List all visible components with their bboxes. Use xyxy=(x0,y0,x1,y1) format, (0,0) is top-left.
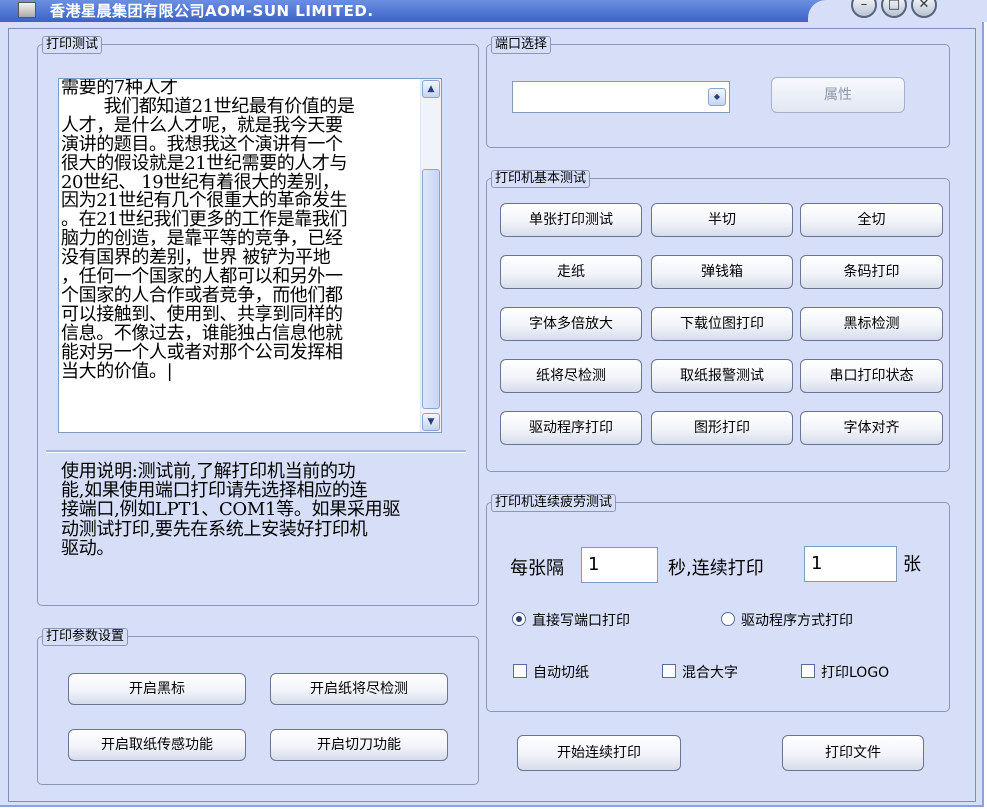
scroll-down-icon[interactable]: ▼ xyxy=(422,413,440,431)
fatigue-test-label: 打印机连续疲劳测试 xyxy=(491,494,617,512)
caption-area: – □ ✕ xyxy=(808,0,987,22)
paper-take-alarm-button[interactable]: 取纸报警测试 xyxy=(651,359,793,393)
half-cut-button[interactable]: 半切 xyxy=(651,203,793,237)
print-test-label: 打印测试 xyxy=(42,36,103,54)
driver-mode-label: 驱动程序方式打印 xyxy=(741,613,853,629)
start-continuous-print-button[interactable]: 开始连续打印 xyxy=(517,735,681,771)
title-bar[interactable]: 香港星晨集团有限公司AOM-SUN LIMITED. – □ ✕ xyxy=(0,0,987,22)
scroll-up-icon[interactable]: ▲ xyxy=(422,80,440,98)
checkbox-icon[interactable] xyxy=(513,664,527,678)
port-combobox[interactable]: ◆ xyxy=(512,81,730,113)
divider xyxy=(46,450,466,453)
download-bitmap-button[interactable]: 下载位图打印 xyxy=(651,307,793,341)
mixed-large-font-label: 混合大字 xyxy=(682,665,738,681)
scroll-thumb[interactable] xyxy=(422,169,440,409)
print-file-button[interactable]: 打印文件 xyxy=(782,735,924,771)
auto-cut-checkbox[interactable]: 自动切纸 xyxy=(513,662,589,682)
usage-instructions: 使用说明:测试前,了解打印机当前的功 能,如果使用端口打印请先选择相应的连 接端… xyxy=(61,461,401,559)
dropdown-arrow-icon[interactable]: ◆ xyxy=(708,88,726,106)
enable-cutter-button[interactable]: 开启切刀功能 xyxy=(270,729,448,761)
serial-status-button[interactable]: 串口打印状态 xyxy=(800,359,943,393)
print-logo-label: 打印LOGO xyxy=(821,665,890,681)
window-title: 香港星晨集团有限公司AOM-SUN LIMITED. xyxy=(50,2,374,20)
print-test-text[interactable]: 需要的7种人才 我们都知道21世纪最有价值的是 人才，是什么人才呢，就是我今天要… xyxy=(61,79,419,382)
maximize-button[interactable]: □ xyxy=(881,0,907,18)
count-input[interactable]: 1 xyxy=(804,546,897,582)
open-cash-drawer-button[interactable]: 弹钱箱 xyxy=(651,255,793,289)
port-select-label: 端口选择 xyxy=(491,36,552,54)
print-logo-checkbox[interactable]: 打印LOGO xyxy=(801,662,889,682)
radio-selected-icon[interactable] xyxy=(512,612,526,626)
checkbox-icon[interactable] xyxy=(662,664,676,678)
vertical-scrollbar[interactable]: ▲ ▼ xyxy=(420,79,441,432)
driver-mode-radio[interactable]: 驱动程序方式打印 xyxy=(721,610,853,630)
interval-label: 每张隔 xyxy=(510,558,564,579)
driver-print-button[interactable]: 驱动程序打印 xyxy=(500,411,642,445)
mixed-large-font-checkbox[interactable]: 混合大字 xyxy=(662,662,738,682)
printer-icon xyxy=(18,2,36,18)
enable-black-mark-button[interactable]: 开启黑标 xyxy=(68,673,246,705)
direct-port-label: 直接写端口打印 xyxy=(532,613,630,629)
graphic-print-button[interactable]: 图形打印 xyxy=(651,411,793,445)
close-button[interactable]: ✕ xyxy=(911,0,937,18)
count-unit-label: 张 xyxy=(903,554,921,575)
print-params-label: 打印参数设置 xyxy=(42,628,129,646)
feed-paper-button[interactable]: 走纸 xyxy=(500,255,642,289)
barcode-print-button[interactable]: 条码打印 xyxy=(800,255,943,289)
font-align-button[interactable]: 字体对齐 xyxy=(800,411,943,445)
radio-unselected-icon[interactable] xyxy=(721,612,735,626)
properties-button[interactable]: 属性 xyxy=(771,77,905,113)
minimize-button[interactable]: – xyxy=(851,0,877,18)
direct-port-radio[interactable]: 直接写端口打印 xyxy=(512,610,630,630)
interval-input[interactable]: 1 xyxy=(581,547,658,583)
print-params-group: 打印参数设置 xyxy=(37,628,479,785)
single-sheet-test-button[interactable]: 单张打印测试 xyxy=(500,203,642,237)
full-cut-button[interactable]: 全切 xyxy=(800,203,943,237)
checkbox-icon[interactable] xyxy=(801,664,815,678)
basic-test-label: 打印机基本测试 xyxy=(491,170,591,188)
enable-paper-sensor-button[interactable]: 开启取纸传感功能 xyxy=(68,729,246,761)
font-magnify-button[interactable]: 字体多倍放大 xyxy=(500,307,642,341)
seconds-label: 秒,连续打印 xyxy=(668,558,764,579)
paper-near-end-detect-button[interactable]: 纸将尽检测 xyxy=(500,359,642,393)
black-mark-detect-button[interactable]: 黑标检测 xyxy=(800,307,943,341)
auto-cut-label: 自动切纸 xyxy=(533,665,589,681)
print-test-textarea[interactable]: 需要的7种人才 我们都知道21世纪最有价值的是 人才，是什么人才呢，就是我今天要… xyxy=(58,78,442,433)
enable-paper-near-end-button[interactable]: 开启纸将尽检测 xyxy=(270,673,448,705)
